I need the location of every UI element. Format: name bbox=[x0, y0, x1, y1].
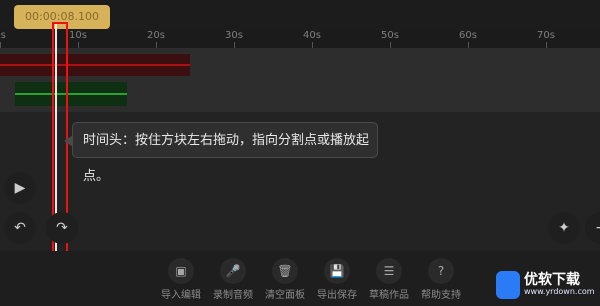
top-bar: 00:00:08.100 bbox=[0, 0, 600, 30]
ruler-tick-label: 60s bbox=[459, 30, 477, 41]
import-edit-label: 导入编辑 bbox=[161, 290, 201, 301]
ruler-tick-label: 50s bbox=[381, 30, 399, 41]
export-save-label: 导出保存 bbox=[317, 290, 357, 301]
magic-icon[interactable]: ✦ bbox=[548, 212, 580, 244]
time-ruler: 0s 10s 20s 30s 40s 50s 60s 70s bbox=[0, 30, 600, 48]
ruler-tick-label: 30s bbox=[225, 30, 243, 41]
ruler-tick-label: 0s bbox=[0, 30, 6, 41]
audio-waveform-2 bbox=[15, 93, 127, 95]
list-icon: ☰ bbox=[376, 258, 402, 284]
export-save-button[interactable]: 💾 导出保存 bbox=[310, 258, 364, 301]
ruler-tick-label: 70s bbox=[537, 30, 555, 41]
ruler-tick-label: 10s bbox=[69, 30, 87, 41]
watermark-site: www.yrdown.com bbox=[524, 287, 595, 296]
import-edit-button[interactable]: ▣ 导入编辑 bbox=[154, 258, 208, 301]
playhead-tooltip: 时间头：按住方块左右拖动，指向分割点或播放起点。 bbox=[64, 122, 378, 184]
watermark-name: 优软下载 bbox=[524, 272, 580, 288]
watermark-logo: 优软下载 www.yrdown.com bbox=[496, 269, 600, 305]
import-icon: ▣ bbox=[168, 258, 194, 284]
audio-track-2[interactable] bbox=[15, 82, 127, 106]
play-icon[interactable]: ▶ bbox=[4, 172, 36, 204]
audio-track-1[interactable] bbox=[0, 54, 190, 76]
ruler-tick-label: 40s bbox=[303, 30, 321, 41]
timeline-tracks[interactable] bbox=[0, 48, 600, 112]
audio-waveform-1 bbox=[0, 64, 190, 66]
record-audio-label: 录制音频 bbox=[213, 290, 253, 301]
redo-icon[interactable]: ↷ bbox=[46, 212, 78, 244]
mic-icon: 🎤 bbox=[220, 258, 246, 284]
undo-icon[interactable]: ↶ bbox=[4, 212, 36, 244]
ruler-tick-label: 20s bbox=[147, 30, 165, 41]
draft-work-label: 草稿作品 bbox=[369, 290, 409, 301]
trash-icon: 🗑 bbox=[272, 258, 298, 284]
help-support-label: 帮助支持 bbox=[421, 290, 461, 301]
help-support-button[interactable]: ? 帮助支持 bbox=[414, 258, 468, 301]
record-audio-button[interactable]: 🎤 录制音频 bbox=[206, 258, 260, 301]
save-icon: 💾 bbox=[324, 258, 350, 284]
shield-icon bbox=[496, 271, 520, 299]
draft-work-button[interactable]: ☰ 草稿作品 bbox=[362, 258, 416, 301]
clear-panel-button[interactable]: 🗑 清空面板 bbox=[258, 258, 312, 301]
clear-panel-label: 清空面板 bbox=[265, 290, 305, 301]
add-icon[interactable]: + bbox=[585, 212, 600, 244]
help-icon: ? bbox=[428, 258, 454, 284]
